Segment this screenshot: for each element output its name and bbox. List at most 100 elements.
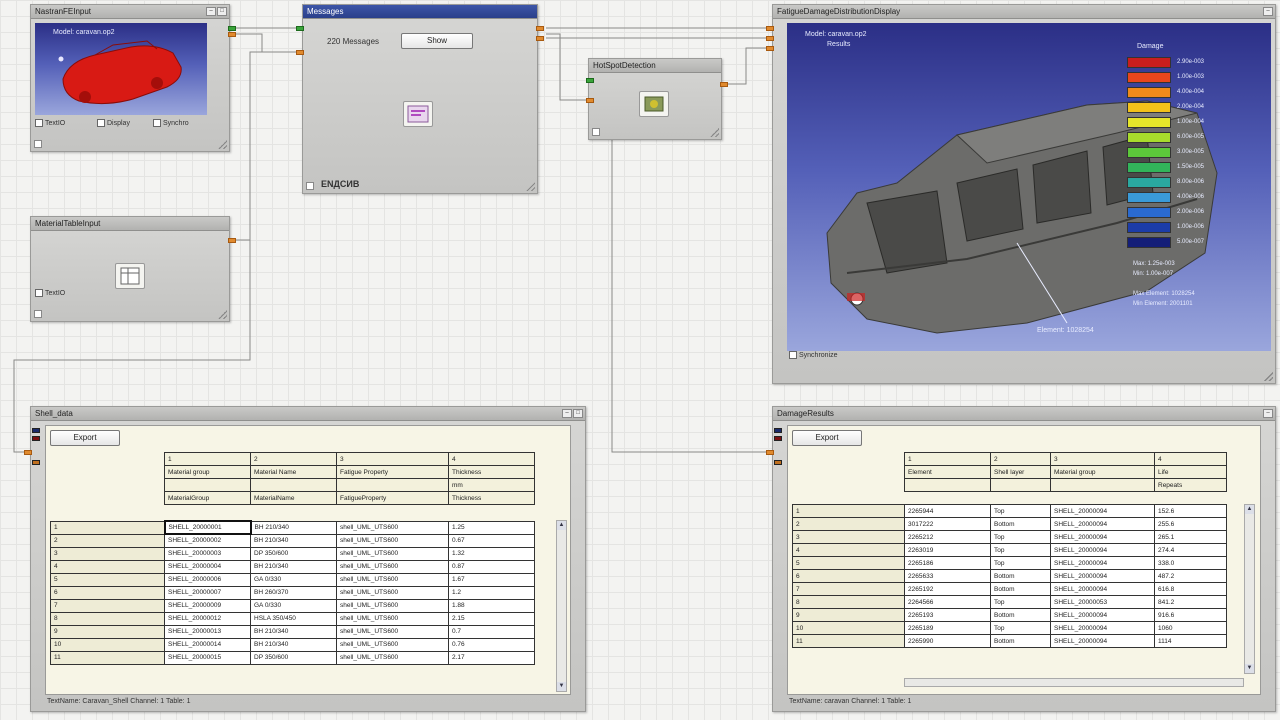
damage-viewport[interactable]: Model: caravan.op2 Results Damage 2.90e-… — [787, 23, 1271, 351]
input-port[interactable] — [766, 450, 774, 455]
minimize-button[interactable]: – — [1263, 7, 1273, 16]
table-row[interactable]: 3 SHELL_20000003 DP 350/600 shell_UML_UTS60… — [50, 546, 535, 561]
header-cell[interactable] — [164, 478, 251, 492]
table-cell[interactable]: shell_UML_UTS600 — [336, 559, 449, 574]
messages-node[interactable]: Messages 220 Messages Show ENДСИВ — [302, 4, 538, 194]
shell-data-node[interactable]: Shell_data – □ Export 1 2 3 4 Material group… — [30, 406, 586, 712]
table-cell[interactable]: 487.2 — [1154, 569, 1227, 583]
maximize-button[interactable]: □ — [217, 7, 227, 16]
table-row[interactable]: 7 SHELL_20000009 GA 0/330 shell_UML_UTS600 1… — [50, 598, 535, 613]
table-cell[interactable]: DP 350/600 — [250, 650, 337, 665]
header-cell[interactable]: Material group — [1050, 465, 1155, 479]
header-cell[interactable]: mm — [448, 478, 535, 492]
column-index-cell[interactable]: 3 — [1050, 452, 1155, 466]
table-cell[interactable]: Bottom — [990, 569, 1051, 583]
table-cell[interactable]: SHELL_20000002 — [164, 533, 251, 548]
row-header-cell[interactable]: 1 — [792, 504, 905, 518]
scroll-down-arrow[interactable]: ▼ — [1245, 664, 1254, 673]
table-cell[interactable]: SHELL_20000094 — [1050, 530, 1155, 544]
table-cell[interactable]: 2.17 — [448, 650, 535, 665]
table-cell[interactable]: GA 0/330 — [250, 572, 337, 587]
table-cell[interactable]: shell_UML_UTS600 — [336, 520, 449, 535]
header-cell[interactable] — [336, 478, 449, 492]
table-cell[interactable]: SHELL_20000094 — [1050, 556, 1155, 570]
hotspot-detection-node[interactable]: HotSpotDetection — [588, 58, 722, 140]
table-cell[interactable]: SHELL_20000012 — [164, 611, 251, 626]
table-cell[interactable]: 841.2 — [1154, 595, 1227, 609]
input-port[interactable] — [24, 450, 32, 455]
table-cell[interactable]: shell_UML_UTS600 — [336, 598, 449, 613]
input-port[interactable] — [766, 46, 774, 51]
table-cell[interactable]: SHELL_20000094 — [1050, 621, 1155, 635]
table-cell[interactable]: shell_UML_UTS600 — [336, 533, 449, 548]
table-cell[interactable]: 1114 — [1154, 634, 1227, 648]
table-cell[interactable]: 1.25 — [448, 520, 535, 535]
table-cell[interactable]: SHELL_20000053 — [1050, 595, 1155, 609]
table-cell[interactable]: 916.6 — [1154, 608, 1227, 622]
table-cell[interactable]: SHELL_20000014 — [164, 637, 251, 652]
header-cell[interactable]: Shell layer — [990, 465, 1051, 479]
scroll-up-arrow[interactable]: ▲ — [557, 521, 566, 530]
input-port[interactable] — [586, 98, 594, 103]
table-cell[interactable]: Top — [990, 543, 1051, 557]
resize-handle[interactable] — [218, 310, 227, 319]
output-port[interactable] — [536, 36, 544, 41]
header-cell[interactable]: Material group — [164, 465, 251, 479]
row-header-cell[interactable]: 4 — [50, 559, 165, 574]
resize-handle[interactable] — [526, 182, 535, 191]
vertical-scrollbar[interactable]: ▲ ▼ — [1244, 504, 1255, 674]
table-cell[interactable]: BH 210/340 — [250, 624, 337, 639]
table-cell[interactable]: 0.7 — [448, 624, 535, 639]
row-header-cell[interactable]: 5 — [50, 572, 165, 587]
horizontal-scrollbar[interactable] — [904, 678, 1244, 687]
resize-handle[interactable] — [1264, 372, 1273, 381]
table-cell[interactable]: 616.8 — [1154, 582, 1227, 596]
table-cell[interactable]: SHELL_20000007 — [164, 585, 251, 600]
column-index-cell[interactable]: 4 — [448, 452, 535, 466]
table-row[interactable]: 5 2265186 Top SHELL_20000094 338.0 — [792, 556, 1227, 570]
maximize-button[interactable]: □ — [573, 409, 583, 418]
material-table-node[interactable]: MaterialTableInput TextIO — [30, 216, 230, 322]
resize-handle[interactable] — [710, 128, 719, 137]
output-port[interactable] — [228, 26, 236, 31]
header-cell[interactable]: Thickness — [448, 465, 535, 479]
table-cell[interactable]: 338.0 — [1154, 556, 1227, 570]
shell-data-table[interactable]: 1 2 3 4 Material group Material Name Fatigue P… — [164, 452, 535, 505]
table-row[interactable]: 4 2263019 Top SHELL_20000094 274.4 — [792, 543, 1227, 557]
output-port[interactable] — [720, 82, 728, 87]
table-cell[interactable]: 2265212 — [904, 530, 991, 544]
table-cell[interactable]: 3017222 — [904, 517, 991, 531]
row-header-cell[interactable]: 6 — [50, 585, 165, 600]
table-cell[interactable]: 2265193 — [904, 608, 991, 622]
header-cell[interactable]: MaterialName — [250, 491, 337, 505]
table-cell[interactable]: shell_UML_UTS600 — [336, 585, 449, 600]
table-cell[interactable]: 2265189 — [904, 621, 991, 635]
row-header-cell[interactable]: 4 — [792, 543, 905, 557]
table-cell[interactable]: Top — [990, 621, 1051, 635]
output-port[interactable] — [228, 238, 236, 243]
input-port[interactable] — [296, 50, 304, 55]
table-cell[interactable]: shell_UML_UTS600 — [336, 650, 449, 665]
table-cell[interactable]: 1060 — [1154, 621, 1227, 635]
fatigue-display-node[interactable]: FatigueDamageDistributionDisplay – Model… — [772, 4, 1276, 384]
table-cell[interactable]: 274.4 — [1154, 543, 1227, 557]
header-cell[interactable]: Element — [904, 465, 991, 479]
table-cell[interactable]: SHELL_20000013 — [164, 624, 251, 639]
damage-results-header[interactable]: 1 2 3 4 Element Shell layer Material group Life… — [904, 452, 1227, 492]
resize-handle[interactable] — [218, 140, 227, 149]
table-row[interactable]: 6 2265633 Bottom SHELL_20000094 487.2 — [792, 569, 1227, 583]
table-row[interactable]: 10 2265189 Top SHELL_20000094 1060 — [792, 621, 1227, 635]
header-cell[interactable] — [990, 478, 1051, 492]
table-row[interactable]: 1 SHELL_20000001 BH 210/340 shell_UML_UTS60… — [50, 520, 535, 535]
table-cell[interactable]: Top — [990, 504, 1051, 518]
table-cell[interactable]: SHELL_20000094 — [1050, 543, 1155, 557]
table-cell[interactable]: SHELL_20000094 — [1050, 517, 1155, 531]
row-header-cell[interactable]: 2 — [50, 533, 165, 548]
minimize-button[interactable]: – — [562, 409, 572, 418]
footer-option-textio[interactable]: TextIO — [35, 119, 65, 127]
table-row[interactable]: 10 SHELL_20000014 BH 210/340 shell_UML_UTS6… — [50, 637, 535, 652]
table-row[interactable]: 4 SHELL_20000004 BH 210/340 shell_UML_UTS60… — [50, 559, 535, 574]
table-row[interactable]: 9 SHELL_20000013 BH 210/340 shell_UML_UTS60… — [50, 624, 535, 639]
table-cell[interactable]: SHELL_20000001 — [163, 520, 252, 535]
export-button[interactable]: Export — [792, 430, 862, 446]
